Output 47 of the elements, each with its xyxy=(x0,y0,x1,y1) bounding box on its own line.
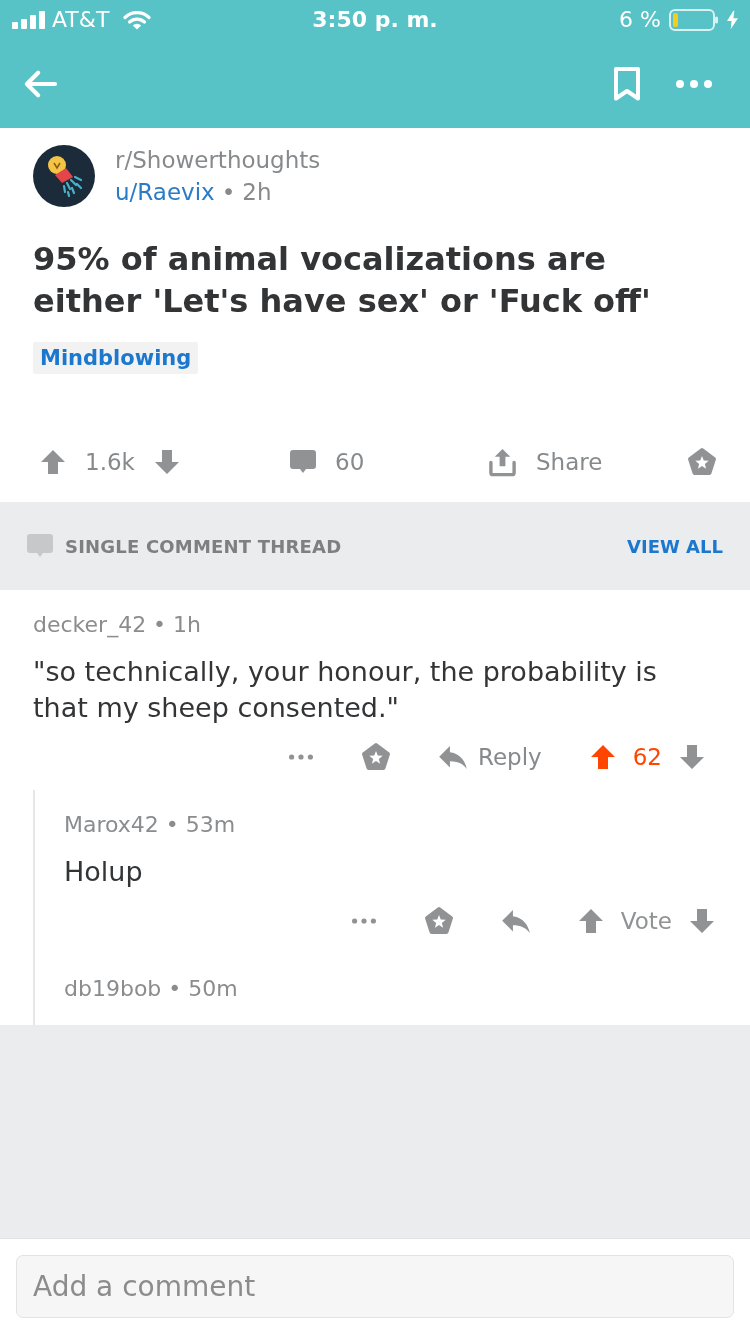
downvote-arrow-icon[interactable] xyxy=(689,908,715,934)
reply-arrow-icon xyxy=(439,745,467,769)
comment-body: "so technically, your honour, the probability is that my sheep consented." xyxy=(33,655,658,725)
comment-bubble-icon xyxy=(27,534,53,558)
post-score: 1.6k xyxy=(85,448,135,477)
comment-score: 62 xyxy=(632,743,662,772)
comment-body: Holup xyxy=(64,855,143,889)
author-link[interactable]: u/Raevix xyxy=(115,178,215,206)
upvote-arrow-icon[interactable] xyxy=(40,449,66,475)
comment-bubble-icon xyxy=(290,450,316,474)
upvote-arrow-icon[interactable] xyxy=(577,908,604,934)
bullet-separator: • xyxy=(221,178,236,206)
subreddit-link[interactable]: r/Showerthoughts xyxy=(115,146,321,174)
comment-meta: decker_42 • 1h xyxy=(33,612,202,638)
bookmark-icon[interactable] xyxy=(613,67,641,101)
star-pentagon-icon[interactable] xyxy=(423,906,454,936)
share-icon xyxy=(488,447,517,477)
post-flair: Mindblowing xyxy=(33,342,199,374)
more-options-icon[interactable] xyxy=(676,80,712,88)
comment-meta: Marox42 • 53m xyxy=(64,812,236,838)
back-arrow-icon[interactable] xyxy=(22,69,58,99)
battery-percent: 6 % xyxy=(619,6,661,34)
comments-button[interactable]: 60 xyxy=(290,447,365,477)
wifi-icon xyxy=(123,10,152,30)
carrier-name: AT&T xyxy=(52,6,110,34)
battery-icon xyxy=(669,9,719,31)
comment-input[interactable]: Add a comment xyxy=(16,1255,734,1318)
thread-label: SINGLE COMMENT THREAD xyxy=(65,535,342,557)
more-options-icon[interactable] xyxy=(351,918,376,924)
comment-meta: db19bob • 50m xyxy=(64,976,238,1002)
share-button[interactable]: Share xyxy=(488,447,603,477)
downvote-arrow-icon[interactable] xyxy=(153,449,180,475)
post-title: 95% of animal vocalizations are either 'Let's have sex' or 'Fuck off' xyxy=(33,239,652,322)
star-pentagon-icon[interactable] xyxy=(687,447,717,477)
more-options-icon[interactable] xyxy=(289,754,313,760)
signal-bars-icon xyxy=(12,11,46,29)
downvote-arrow-icon[interactable] xyxy=(679,744,705,770)
charging-bolt-icon xyxy=(727,10,738,30)
view-all-link[interactable]: VIEW ALL xyxy=(627,535,723,557)
lightbulb-shower-icon xyxy=(33,145,95,207)
upvote-arrow-icon[interactable] xyxy=(589,744,616,770)
status-time: 3:50 p. m. xyxy=(312,6,438,34)
reply-arrow-icon[interactable] xyxy=(501,909,530,933)
reply-button[interactable]: Reply xyxy=(439,742,542,772)
comment-score: Vote xyxy=(620,907,672,936)
star-pentagon-icon[interactable] xyxy=(361,742,391,772)
post-age: 2h xyxy=(242,178,272,206)
